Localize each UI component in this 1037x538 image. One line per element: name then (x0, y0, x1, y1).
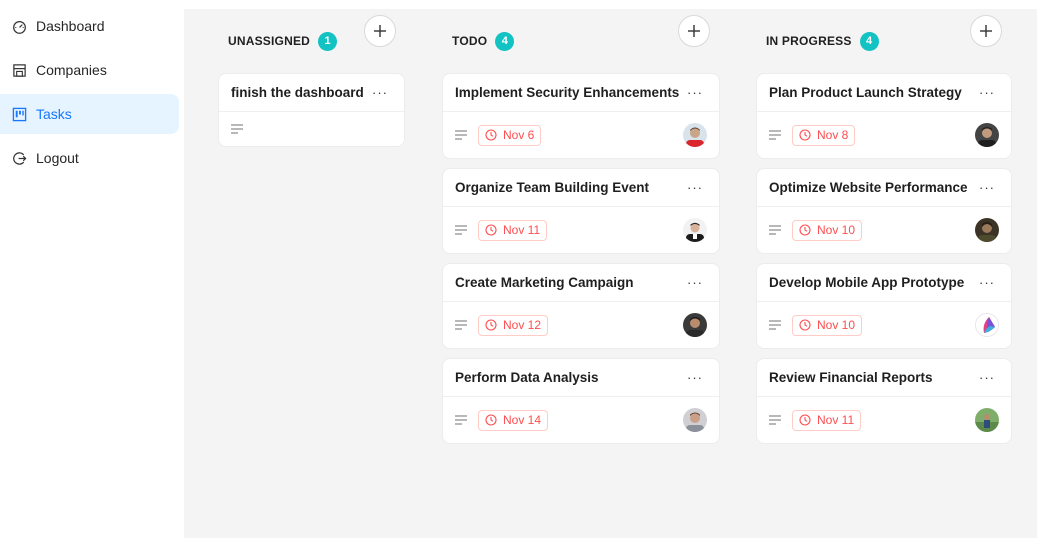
due-date-tag: Nov 10 (792, 314, 863, 336)
description-icon (769, 225, 781, 235)
more-options-icon[interactable]: ··· (975, 86, 999, 99)
task-title: Implement Security Enhancements (455, 85, 680, 100)
plus-icon (688, 25, 700, 37)
more-options-icon[interactable]: ··· (683, 276, 707, 289)
task-title: Create Marketing Campaign (455, 275, 634, 290)
task-card[interactable]: Develop Mobile App Prototype ··· Nov 10 (756, 263, 1012, 349)
clock-icon (799, 224, 811, 236)
avatar[interactable] (683, 313, 707, 337)
due-date-tag: Nov 8 (792, 124, 856, 146)
description-icon (455, 225, 467, 235)
sidebar-item-label: Dashboard (36, 18, 105, 34)
add-task-todo-button[interactable] (678, 15, 710, 47)
avatar[interactable] (975, 123, 999, 147)
column-count-badge: 4 (495, 31, 515, 51)
task-title: Optimize Website Performance (769, 180, 968, 195)
clock-icon (799, 414, 811, 426)
task-title: finish the dashboard (231, 85, 364, 100)
avatar[interactable] (683, 218, 707, 242)
description-icon (455, 320, 467, 330)
clock-icon (799, 319, 811, 331)
task-card[interactable]: Create Marketing Campaign ··· Nov 12 (442, 263, 720, 349)
more-options-icon[interactable]: ··· (683, 181, 707, 194)
due-date-text: Nov 10 (817, 318, 856, 332)
due-date-text: Nov 8 (817, 128, 849, 142)
column-header-todo: TODO 4 (452, 19, 515, 63)
kanban-board: UNASSIGNED 1 finish the dashboard ··· TO… (184, 9, 1037, 538)
avatar[interactable] (975, 313, 999, 337)
app: Dashboard Companies Tasks Logout UNASSIG… (0, 0, 1037, 538)
avatar[interactable] (975, 408, 999, 432)
due-date-text: Nov 12 (503, 318, 542, 332)
description-icon (231, 124, 243, 134)
due-date-tag: Nov 12 (478, 314, 549, 336)
task-title: Plan Product Launch Strategy (769, 85, 962, 100)
sidebar-item-tasks[interactable]: Tasks (0, 94, 179, 134)
due-date-tag: Nov 10 (792, 219, 863, 241)
more-options-icon[interactable]: ··· (368, 86, 392, 99)
task-card[interactable]: Implement Security Enhancements ··· Nov … (442, 73, 720, 159)
due-date-text: Nov 10 (817, 223, 856, 237)
more-options-icon[interactable]: ··· (683, 86, 707, 99)
clock-icon (799, 129, 811, 141)
sidebar-item-label: Tasks (36, 106, 72, 122)
column-header-in-progress: IN PROGRESS 4 (766, 19, 879, 63)
task-card[interactable]: Optimize Website Performance ··· Nov 10 (756, 168, 1012, 254)
task-card[interactable]: Perform Data Analysis ··· Nov 14 (442, 358, 720, 444)
due-date-text: Nov 6 (503, 128, 535, 142)
sidebar: Dashboard Companies Tasks Logout (0, 0, 184, 538)
due-date-tag: Nov 11 (792, 409, 862, 431)
task-title: Perform Data Analysis (455, 370, 599, 385)
column-title: TODO (452, 34, 488, 48)
avatar[interactable] (683, 123, 707, 147)
task-card[interactable]: Review Financial Reports ··· Nov 11 (756, 358, 1012, 444)
logout-icon (11, 150, 27, 166)
clock-icon (485, 414, 497, 426)
clock-icon (485, 319, 497, 331)
description-icon (455, 415, 467, 425)
add-task-unassigned-button[interactable] (364, 15, 396, 47)
clock-icon (485, 129, 497, 141)
description-icon (769, 320, 781, 330)
avatar[interactable] (975, 218, 999, 242)
task-card[interactable]: finish the dashboard ··· (218, 73, 405, 147)
project-board-icon (11, 106, 27, 122)
due-date-text: Nov 11 (503, 223, 541, 237)
sidebar-item-label: Companies (36, 62, 107, 78)
more-options-icon[interactable]: ··· (975, 276, 999, 289)
more-options-icon[interactable]: ··· (975, 371, 999, 384)
column-count-badge: 4 (859, 31, 879, 51)
sidebar-item-label: Logout (36, 150, 79, 166)
plus-icon (374, 25, 386, 37)
sidebar-item-logout[interactable]: Logout (0, 138, 179, 178)
sidebar-item-companies[interactable]: Companies (0, 50, 179, 90)
due-date-tag: Nov 11 (478, 219, 548, 241)
description-icon (769, 415, 781, 425)
column-title: UNASSIGNED (228, 34, 311, 48)
clock-icon (485, 224, 497, 236)
due-date-text: Nov 11 (817, 413, 855, 427)
task-card[interactable]: Organize Team Building Event ··· Nov 11 (442, 168, 720, 254)
due-date-tag: Nov 14 (478, 409, 549, 431)
description-icon (455, 130, 467, 140)
column-title: IN PROGRESS (766, 34, 852, 48)
add-task-in-progress-button[interactable] (970, 15, 1002, 47)
more-options-icon[interactable]: ··· (683, 371, 707, 384)
shop-icon (11, 62, 27, 78)
due-date-tag: Nov 6 (478, 124, 542, 146)
column-header-unassigned: UNASSIGNED 1 (228, 19, 338, 63)
sidebar-item-dashboard[interactable]: Dashboard (0, 6, 179, 46)
description-icon (769, 130, 781, 140)
task-title: Develop Mobile App Prototype (769, 275, 965, 290)
task-title: Review Financial Reports (769, 370, 933, 385)
task-card[interactable]: Plan Product Launch Strategy ··· Nov 8 (756, 73, 1012, 159)
task-title: Organize Team Building Event (455, 180, 650, 195)
dashboard-icon (11, 18, 27, 34)
column-count-badge: 1 (318, 31, 338, 51)
avatar[interactable] (683, 408, 707, 432)
plus-icon (980, 25, 992, 37)
due-date-text: Nov 14 (503, 413, 542, 427)
more-options-icon[interactable]: ··· (975, 181, 999, 194)
